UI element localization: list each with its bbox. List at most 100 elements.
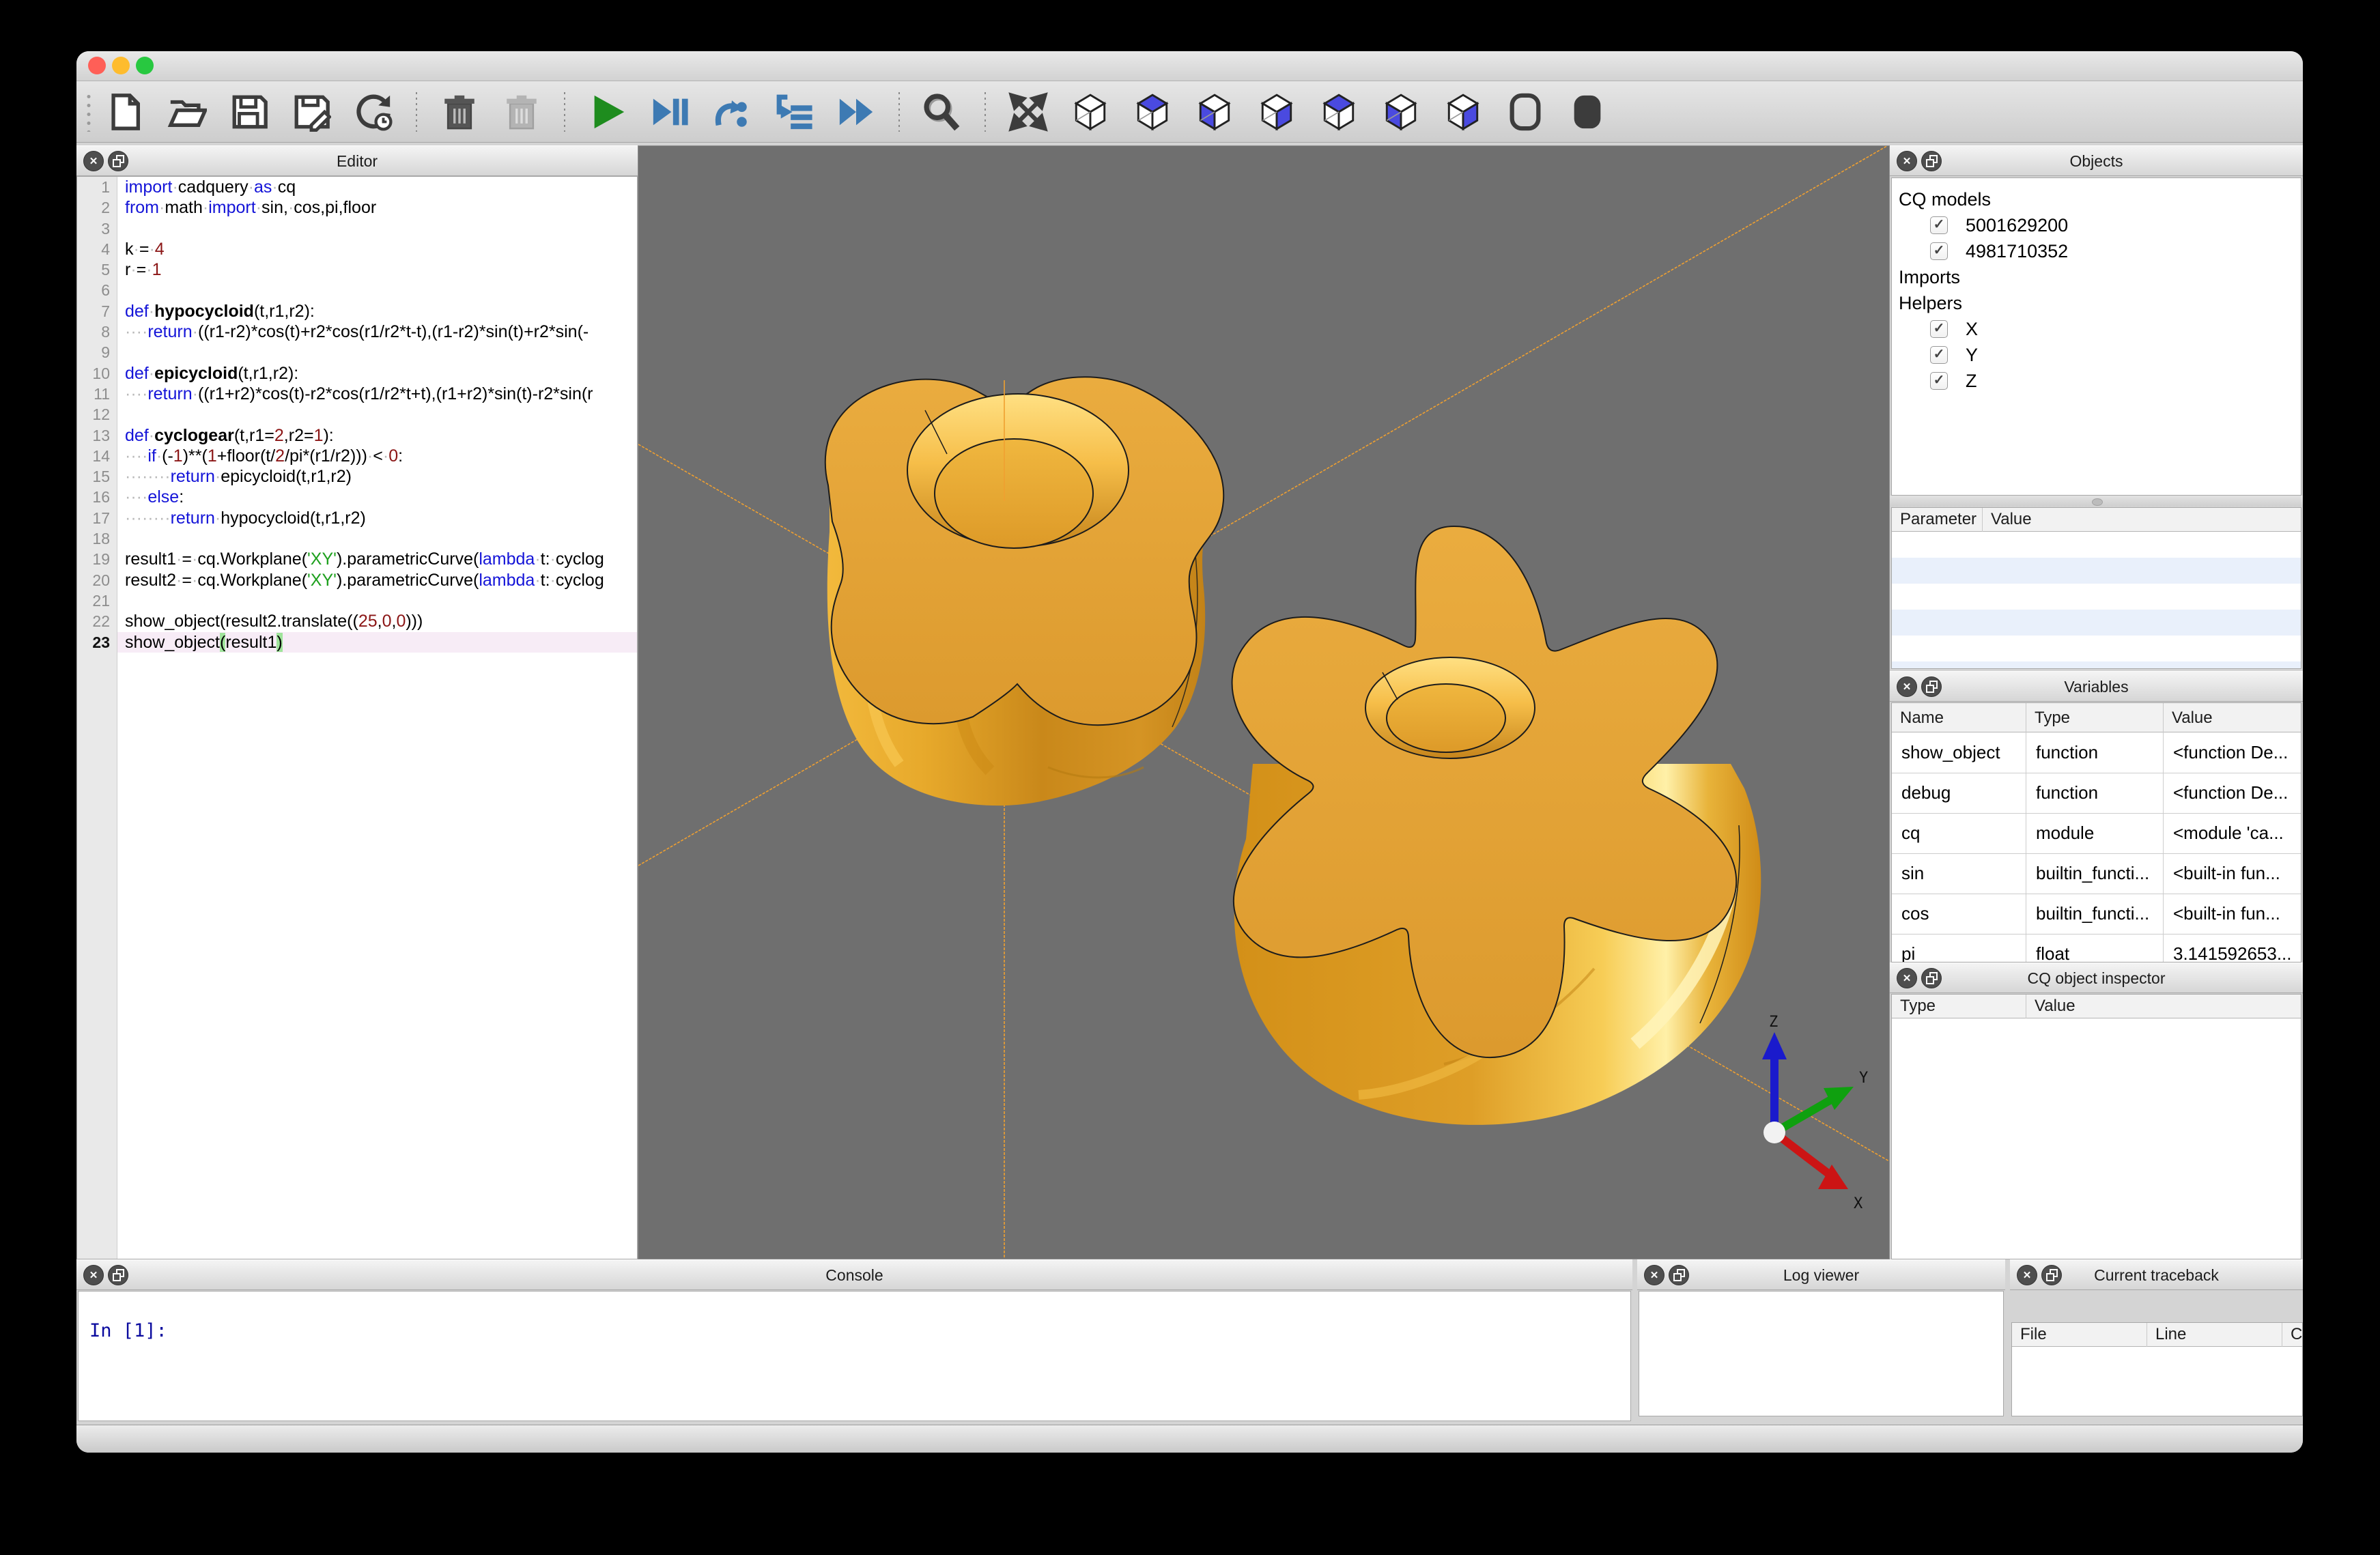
new-file-button[interactable] [104, 91, 146, 133]
code-line[interactable]: 19result1·=·cq.Workplane('XY').parametri… [77, 549, 637, 569]
view-left-button[interactable] [1380, 91, 1422, 133]
zoom-window-button[interactable] [136, 57, 154, 74]
step-button[interactable] [711, 91, 753, 133]
tree-item-z[interactable]: ✓Z [1892, 368, 2301, 394]
code-line[interactable]: 21 [77, 590, 637, 611]
step-next-button[interactable] [773, 91, 815, 133]
continue-button[interactable] [835, 91, 877, 133]
code-line[interactable]: 7def·hypocycloid(t,r1,r2): [77, 301, 637, 322]
column-header-type[interactable]: Type [1892, 995, 2026, 1018]
code-line[interactable]: 22show_object(result2.translate((25,0,0)… [77, 611, 637, 631]
panel-splitter[interactable] [1890, 496, 2303, 507]
column-header-line[interactable]: Line [2147, 1323, 2282, 1347]
render-button[interactable] [586, 91, 629, 133]
axis-triad: Z Y X [1762, 1014, 1868, 1212]
toolbar-separator [416, 92, 417, 132]
view-top-button[interactable] [1131, 91, 1174, 133]
variable-row[interactable]: show_objectfunction<function De... [1892, 732, 2301, 773]
variable-cell: module [2026, 813, 2163, 853]
view-bottom-button[interactable] [1193, 91, 1236, 133]
column-header-parameter[interactable]: Parameter [1892, 508, 1982, 532]
view-right-button[interactable] [1442, 91, 1484, 133]
debug-button[interactable] [649, 91, 691, 133]
z-axis-label: Z [1769, 1014, 1778, 1031]
fit-view-button[interactable] [1007, 91, 1049, 133]
column-header-code[interactable]: Code [2282, 1323, 2303, 1347]
code-editor[interactable]: 1import·cadquery·as·cq2from·math·import·… [76, 176, 638, 1259]
visibility-checkbox[interactable]: ✓ [1930, 346, 1948, 364]
code-line[interactable]: 12 [77, 404, 637, 425]
display-wireframe-button[interactable] [1504, 91, 1546, 133]
code-line[interactable]: 1import·cadquery·as·cq [77, 177, 637, 197]
column-header-value[interactable]: Value [1982, 508, 2301, 532]
variable-row[interactable]: pifloat3.141592653... [1892, 934, 2301, 962]
variables-table[interactable]: NameTypeValue show_objectfunction<functi… [1891, 702, 2301, 962]
code-line[interactable]: 8····return·((r1-r2)*cos(t)+r2*cos(r1/r2… [77, 322, 637, 342]
column-header-file[interactable]: File [2012, 1323, 2147, 1347]
panel-title: Current traceback [2010, 1260, 2303, 1291]
code-line[interactable]: 15········return·epicycloid(t,r1,r2) [77, 466, 637, 487]
save-button[interactable] [228, 91, 270, 133]
objects-tree[interactable]: CQ models✓5001629200✓4981710352ImportsHe… [1891, 177, 2301, 496]
variable-cell: <function De... [2163, 732, 2301, 773]
minimize-window-button[interactable] [112, 57, 130, 74]
code-line[interactable]: 10def·epicycloid(t,r1,r2): [77, 363, 637, 384]
code-line[interactable]: 23show_object(result1) [77, 632, 637, 653]
delete-all-button[interactable] [500, 91, 543, 133]
console-input-area[interactable]: In [1]: [78, 1291, 1631, 1421]
close-window-button[interactable] [88, 57, 106, 74]
display-shaded-button[interactable] [1566, 91, 1609, 133]
tree-group-cq-models[interactable]: CQ models [1892, 186, 2301, 212]
tree-item-4981710352[interactable]: ✓ 4981710352 [1892, 238, 2301, 264]
code-line[interactable]: 4k·=·4 [77, 239, 637, 259]
3d-viewport[interactable]: Z Y X [638, 145, 1890, 1259]
tree-group-helpers[interactable]: Helpers [1892, 290, 2301, 316]
column-header-name[interactable]: Name [1892, 703, 2026, 732]
code-line[interactable]: 18 [77, 528, 637, 549]
tree-item-label: 4981710352 [1966, 241, 2068, 261]
search-button[interactable] [921, 91, 963, 133]
gear-model-result1[interactable] [825, 377, 1223, 805]
code-line[interactable]: 9 [77, 342, 637, 362]
visibility-checkbox[interactable]: ✓ [1930, 372, 1948, 390]
visibility-checkbox[interactable]: ✓ [1930, 242, 1948, 260]
visibility-checkbox[interactable]: ✓ [1930, 216, 1948, 234]
view-iso-button[interactable] [1069, 91, 1111, 133]
tree-item-y[interactable]: ✓Y [1892, 342, 2301, 368]
code-line[interactable]: 14····if·(-1)**(1+floor(t/2/pi*(r1/r2)))… [77, 446, 637, 466]
code-line[interactable]: 11····return·((r1+r2)*cos(t)-r2*cos(r1/r… [77, 384, 637, 404]
variable-row[interactable]: cosbuiltin_functi...<built-in fun... [1892, 894, 2301, 935]
tree-item-x[interactable]: ✓X [1892, 316, 2301, 342]
panel-title: Editor [76, 146, 638, 177]
open-file-button[interactable] [166, 91, 208, 133]
display-wireframe-icon [1505, 92, 1545, 132]
code-line[interactable]: 13def·cyclogear(t,r1=2,r2=1): [77, 425, 637, 446]
tree-group-imports[interactable]: Imports [1892, 264, 2301, 290]
save-as-button[interactable] [290, 91, 332, 133]
code-line[interactable]: 2from·math·import·sin,·cos,pi,floor [77, 197, 637, 218]
variables-panel-header: ✕ Variables [1890, 671, 2303, 702]
column-header-type[interactable]: Type [2026, 703, 2163, 732]
column-header-value[interactable]: Value [2163, 703, 2301, 732]
code-line[interactable]: 17········return·hypocycloid(t,r1,r2) [77, 508, 637, 528]
variable-row[interactable]: cqmodule<module 'ca... [1892, 813, 2301, 854]
view-back-button[interactable] [1318, 91, 1360, 133]
tree-item-5001629200[interactable]: ✓5001629200 [1892, 212, 2301, 238]
variable-cell: function [2026, 773, 2163, 813]
gear-model-result2[interactable] [1232, 526, 1761, 1125]
toolbar-drag-handle[interactable] [86, 92, 91, 132]
delete-button[interactable] [438, 91, 481, 133]
code-line[interactable]: 20result2·=·cq.Workplane('XY').parametri… [77, 570, 637, 590]
column-header-value[interactable]: Value [2026, 995, 2301, 1018]
visibility-checkbox[interactable]: ✓ [1930, 320, 1948, 338]
view-front-button[interactable] [1256, 91, 1298, 133]
variable-row[interactable]: sinbuiltin_functi...<built-in fun... [1892, 853, 2301, 894]
open-file-icon [167, 92, 207, 132]
code-line[interactable]: 16····else: [77, 487, 637, 507]
code-line[interactable]: 6 [77, 280, 637, 300]
reload-button[interactable] [352, 91, 395, 133]
code-line[interactable]: 3 [77, 218, 637, 239]
step-icon [712, 92, 752, 132]
variable-row[interactable]: debugfunction<function De... [1892, 773, 2301, 814]
code-line[interactable]: 5r·=·1 [77, 259, 637, 280]
